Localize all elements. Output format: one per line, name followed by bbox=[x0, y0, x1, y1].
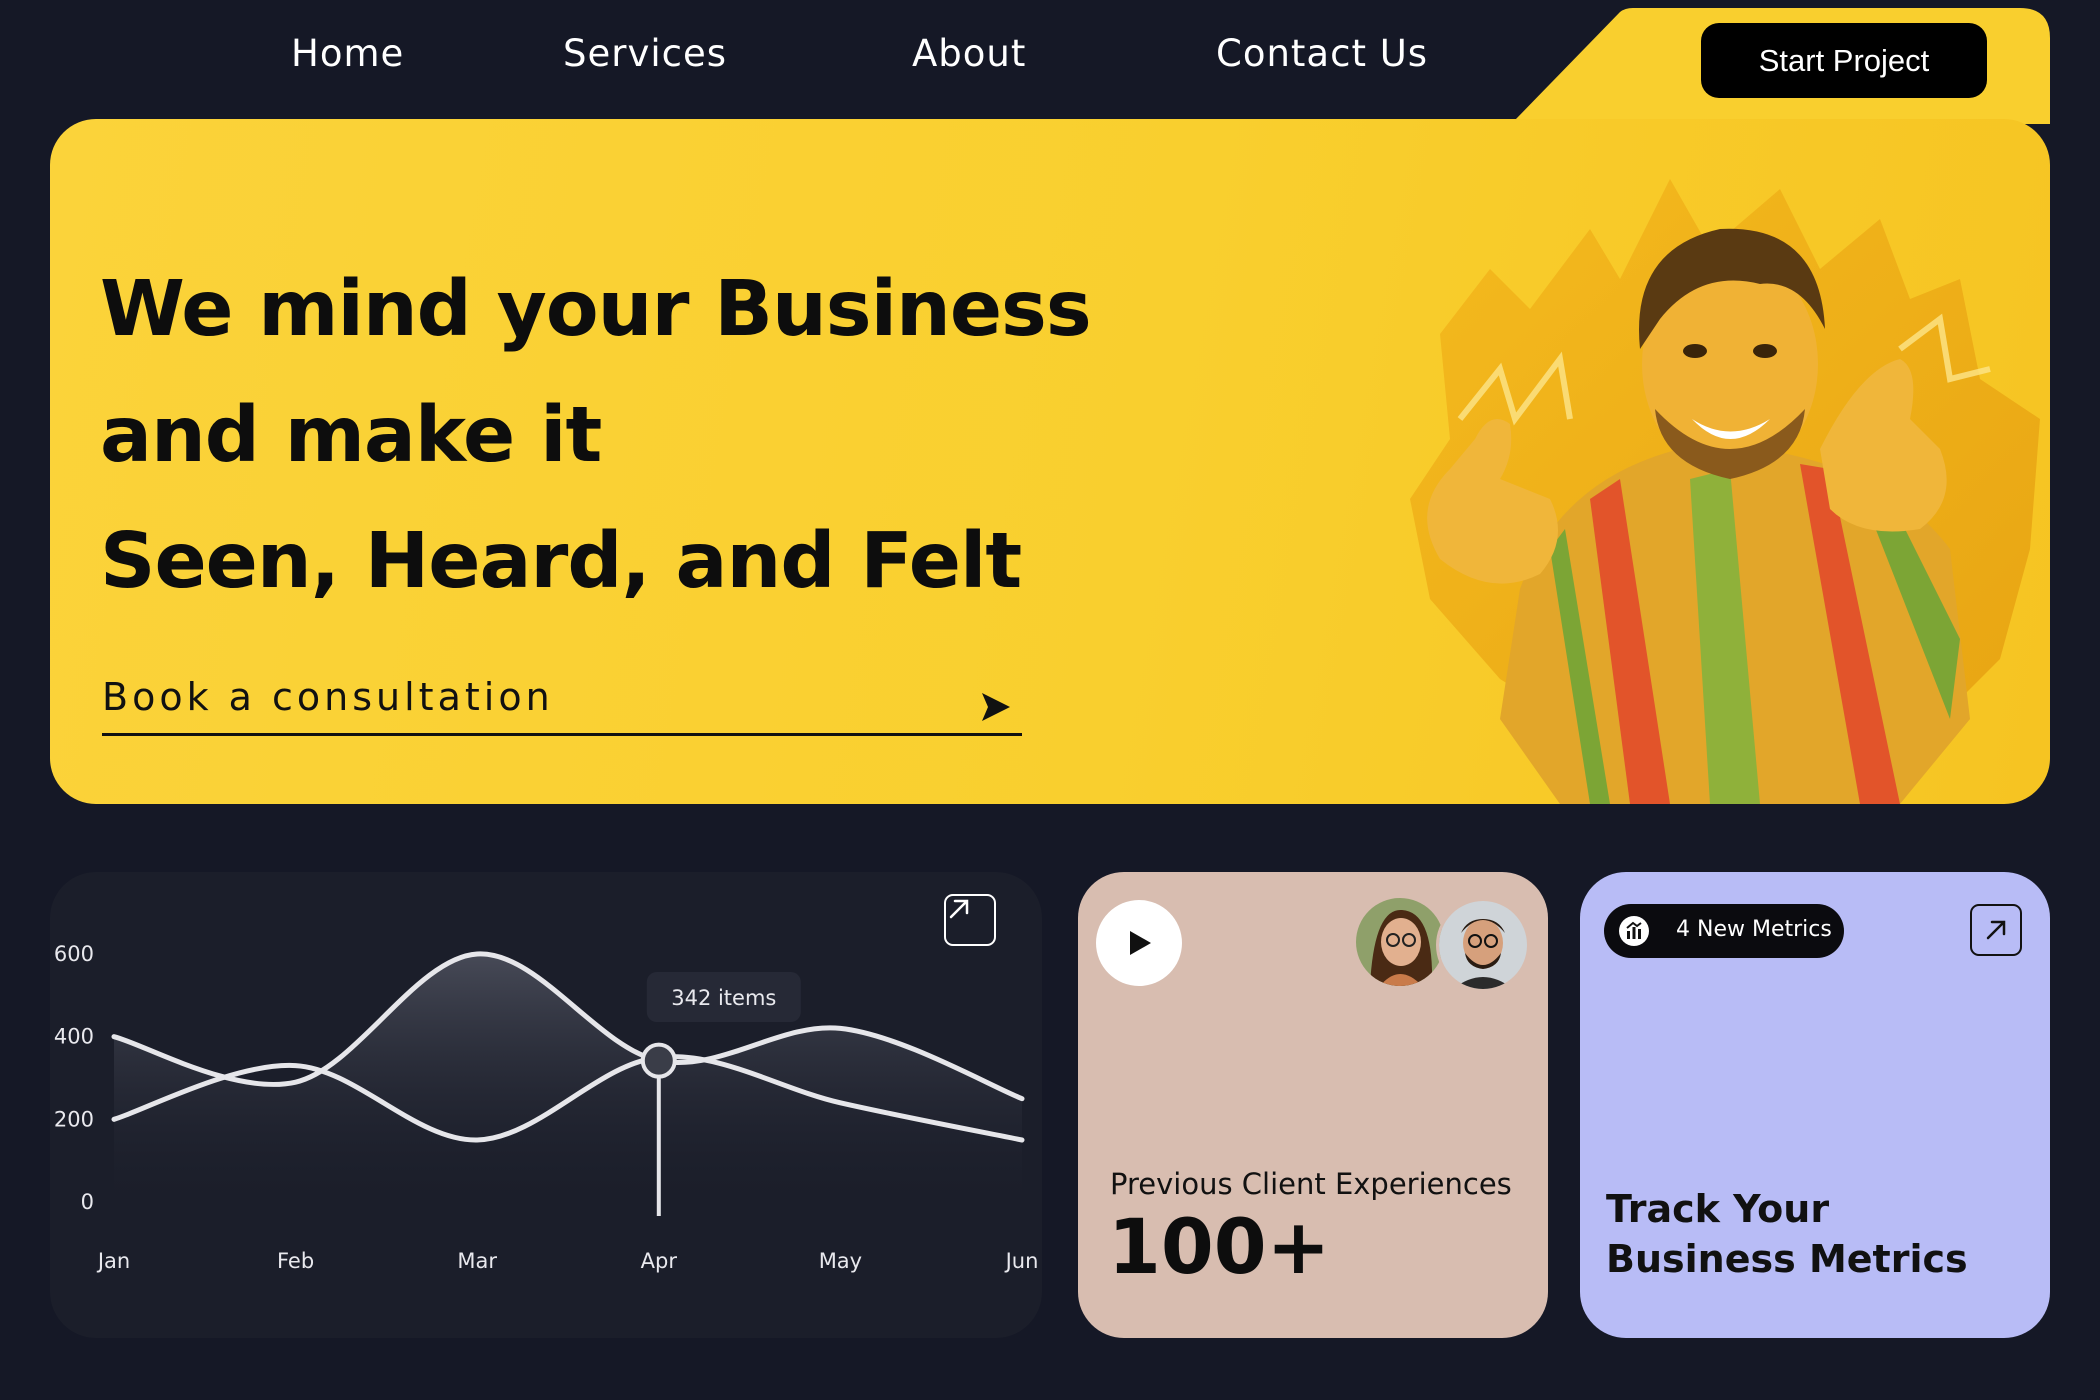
hero-section: We mind your Business and make it Seen, … bbox=[50, 119, 2050, 804]
hero-title-line-3: Seen, Heard, and Felt bbox=[100, 517, 1022, 606]
y-tick-label: 400 bbox=[54, 1025, 94, 1049]
avatar bbox=[1436, 898, 1530, 992]
highlight-point bbox=[640, 1042, 677, 1079]
nav-contact-us[interactable]: Contact Us bbox=[1216, 32, 1428, 75]
client-experiences-count: 100+ bbox=[1108, 1202, 1331, 1291]
play-video-button[interactable] bbox=[1096, 900, 1182, 986]
play-arrow-icon bbox=[982, 693, 1010, 721]
book-consultation-link[interactable]: Book a consultation bbox=[102, 675, 1022, 736]
nav-about[interactable]: About bbox=[912, 32, 1026, 75]
nav-services[interactable]: Services bbox=[563, 32, 727, 75]
nav-home[interactable]: Home bbox=[291, 32, 404, 75]
x-tick-label: Feb bbox=[277, 1249, 314, 1273]
x-tick-label: Apr bbox=[641, 1249, 678, 1273]
y-tick-label: 600 bbox=[54, 942, 94, 966]
y-tick-label: 200 bbox=[54, 1107, 94, 1131]
arrow-up-right-icon bbox=[949, 899, 969, 919]
client-experiences-card: Previous Client Experiences 100+ bbox=[1078, 872, 1548, 1338]
metrics-title: Track Your Business Metrics bbox=[1606, 1187, 1968, 1281]
x-tick-label: Mar bbox=[457, 1249, 497, 1273]
metrics-expand-button[interactable] bbox=[1970, 904, 2022, 956]
avatar bbox=[1356, 898, 1444, 986]
hero-title-line-2: and make it bbox=[100, 391, 602, 480]
y-tick-label: 0 bbox=[81, 1190, 94, 1214]
analytics-icon bbox=[1619, 916, 1649, 946]
series-area bbox=[114, 953, 1022, 1202]
client-experiences-label: Previous Client Experiences bbox=[1110, 1167, 1512, 1201]
metrics-card: 4 New Metrics Track Your Business Metric… bbox=[1580, 872, 2050, 1338]
x-tick-label: May bbox=[819, 1249, 862, 1273]
arrow-up-right-icon bbox=[1986, 920, 2006, 940]
hero-title: We mind your Business and make it Seen, … bbox=[100, 247, 1092, 625]
chart-tooltip-label: 342 items bbox=[671, 986, 776, 1010]
start-project-button[interactable]: Start Project bbox=[1701, 23, 1987, 98]
x-tick-label: Jun bbox=[1004, 1249, 1039, 1273]
play-icon bbox=[1130, 931, 1151, 955]
hero-photo bbox=[1410, 179, 2040, 804]
chart-card: 0 200 400 600 Jan Feb Mar Apr May Jun 342 items bbox=[50, 872, 1042, 1338]
chart-expand-button[interactable] bbox=[944, 894, 996, 946]
new-metrics-badge[interactable]: 4 New Metrics bbox=[1604, 904, 1844, 958]
hero-title-line-1: We mind your Business bbox=[100, 265, 1092, 354]
book-consultation-label: Book a consultation bbox=[102, 675, 554, 719]
x-tick-label: Jan bbox=[96, 1249, 130, 1273]
line-chart: 0 200 400 600 Jan Feb Mar Apr May Jun 342 items bbox=[54, 942, 1039, 1273]
new-metrics-label: 4 New Metrics bbox=[1676, 917, 1832, 942]
